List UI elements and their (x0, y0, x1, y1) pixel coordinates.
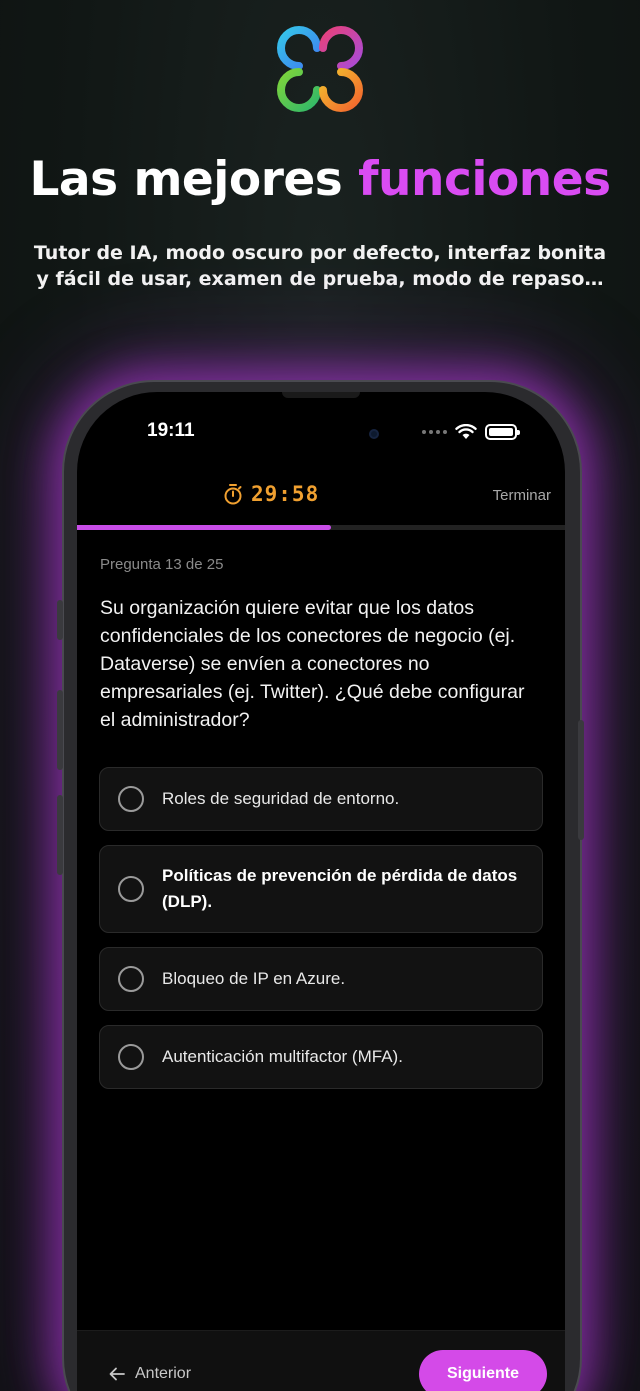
previous-label: Anterior (135, 1365, 192, 1382)
finish-button[interactable]: Terminar (493, 487, 551, 504)
answer-option-label: Políticas de prevención de pérdida de da… (162, 866, 518, 911)
answer-option-label: Roles de seguridad de entorno. (162, 789, 400, 808)
phone-screen: 19:11 29:58 Terminar Pregunta 13 de 25 S… (77, 392, 565, 1391)
front-camera (369, 429, 379, 439)
status-icons (422, 424, 520, 440)
arrow-left-icon (109, 1367, 125, 1381)
quiz-progress (77, 525, 565, 530)
answer-option-label: Bloqueo de IP en Azure. (162, 969, 346, 988)
answer-option[interactable]: Roles de seguridad de entorno. (99, 767, 543, 831)
next-button[interactable]: Siguiente (419, 1350, 547, 1391)
answer-option-label: Autenticación multifactor (MFA). (162, 1047, 403, 1066)
quiz-timer: 29:58 (223, 482, 319, 506)
headline-main: Las mejores (29, 152, 343, 207)
radio-icon (118, 1044, 144, 1070)
top-speaker (282, 392, 360, 398)
phone-volume-down-button (57, 795, 63, 875)
phone-power-button (578, 720, 584, 840)
phone-action-button (57, 600, 63, 640)
previous-button[interactable]: Anterior (109, 1365, 191, 1383)
promo-subhead: Tutor de IA, modo oscuro por defecto, in… (33, 242, 607, 290)
wifi-icon (455, 424, 477, 439)
question-counter: Pregunta 13 de 25 (100, 556, 224, 573)
headline-accent: funciones (358, 152, 611, 207)
answer-options: Roles de seguridad de entorno. Políticas… (99, 767, 543, 1089)
battery-icon (485, 424, 520, 440)
stopwatch-icon (224, 484, 242, 505)
answer-option[interactable]: Autenticación multifactor (MFA). (99, 1025, 543, 1089)
timer-value: 29:58 (251, 482, 320, 506)
answer-option-selected[interactable]: Políticas de prevención de pérdida de da… (99, 845, 543, 933)
signal-dots-icon (422, 430, 447, 434)
quiz-progress-fill (77, 525, 331, 530)
promo-headline: Las mejores funciones (0, 152, 640, 207)
radio-icon (118, 786, 144, 812)
bottom-nav: Anterior Siguiente (77, 1330, 565, 1391)
phone-volume-up-button (57, 690, 63, 770)
status-time: 19:11 (147, 420, 195, 441)
radio-icon (118, 966, 144, 992)
radio-icon (118, 876, 144, 902)
question-text: Su organización quiere evitar que los da… (100, 597, 525, 731)
app-logo-icon (277, 26, 363, 112)
answer-option[interactable]: Bloqueo de IP en Azure. (99, 947, 543, 1011)
